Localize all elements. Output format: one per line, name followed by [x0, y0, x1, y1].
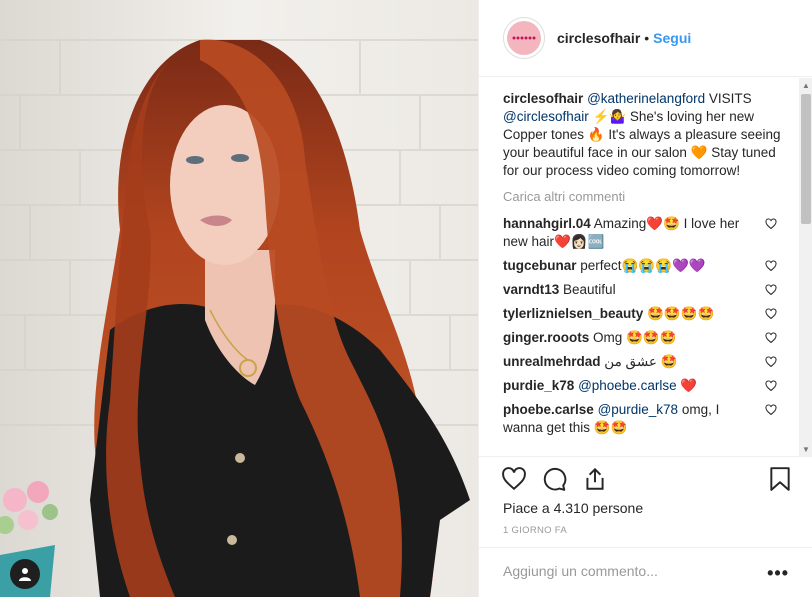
comment-username[interactable]: ginger.rooots — [503, 330, 589, 345]
comment-item: ginger.rooots Omg 🤩🤩🤩 — [503, 329, 785, 347]
caption-emoji: 🔥 — [587, 127, 605, 142]
likes-count[interactable]: Piace a 4.310 persone — [503, 500, 643, 516]
scroll-up-arrow-icon[interactable]: ▲ — [799, 78, 812, 92]
comments-scrollbar[interactable]: ▲ ▼ — [799, 78, 812, 456]
comment-text: Omg 🤩🤩🤩 — [589, 330, 677, 345]
user-tag-icon — [19, 568, 31, 581]
comment-username[interactable]: tylerliznielsen_beauty — [503, 306, 643, 321]
caption-text: VISITS — [705, 91, 752, 106]
heart-icon[interactable] — [501, 466, 527, 492]
comment-item: tugcebunar perfect😭😭😭💜💜 — [503, 257, 785, 275]
comment-item: hannahgirl.04 Amazing❤️🤩 I love her new … — [503, 215, 785, 251]
post-photo[interactable] — [0, 0, 478, 597]
comment-username[interactable]: phoebe.carlse — [503, 402, 594, 417]
comment-heart-icon[interactable] — [765, 380, 777, 392]
comment-heart-icon[interactable] — [765, 356, 777, 368]
share-icon[interactable] — [582, 466, 608, 492]
comment-heart-icon[interactable] — [765, 218, 777, 230]
comment-username[interactable]: hannahgirl.04 — [503, 216, 591, 231]
comments-list[interactable]: circlesofhair @katherinelangford VISITS … — [503, 90, 785, 456]
add-comment-input[interactable] — [503, 563, 743, 579]
comment-item: varndt13 Beautiful — [503, 281, 785, 299]
post-actions — [479, 456, 812, 503]
comment-heart-icon[interactable] — [765, 260, 777, 272]
comment-item: purdie_k78 @phoebe.carlse ❤️ — [503, 377, 785, 395]
caption-username[interactable]: circlesofhair — [503, 91, 583, 106]
caption-mention[interactable]: @katherinelangford — [587, 91, 705, 106]
separator-dot: • — [644, 30, 650, 46]
comment-text: Beautiful — [559, 282, 616, 297]
avatar[interactable] — [503, 17, 545, 59]
comment-heart-icon[interactable] — [765, 332, 777, 344]
comment-heart-icon[interactable] — [765, 404, 777, 416]
load-more-comments-button[interactable]: Carica altri commenti — [503, 188, 785, 206]
header-username[interactable]: circlesofhair — [557, 30, 640, 46]
scroll-down-arrow-icon[interactable]: ▼ — [799, 442, 812, 456]
post-image — [0, 0, 478, 597]
caption: circlesofhair @katherinelangford VISITS … — [503, 90, 785, 180]
comment-heart-icon[interactable] — [765, 308, 777, 320]
bookmark-icon[interactable] — [768, 466, 792, 492]
comment-item: tylerliznielsen_beauty 🤩🤩🤩🤩 — [503, 305, 785, 323]
comment-text: ❤️ — [676, 378, 698, 393]
comment-username[interactable]: purdie_k78 — [503, 378, 574, 393]
comment-text: 🤩🤩🤩🤩 — [643, 306, 715, 321]
comment-text: perfect😭😭😭💜💜 — [576, 258, 706, 273]
comment-icon[interactable] — [541, 466, 567, 492]
comment-username[interactable]: varndt13 — [503, 282, 559, 297]
caption-emoji: ⚡🤷‍♀️ — [592, 109, 627, 124]
post-timestamp[interactable]: 1 GIORNO FA — [503, 525, 567, 536]
post-header: circlesofhair • Segui — [479, 0, 812, 77]
more-options-icon[interactable]: ••• — [767, 563, 789, 584]
comment-mention[interactable]: @phoebe.carlse — [578, 378, 677, 393]
post-side-panel: circlesofhair • Segui circlesofhair @kat… — [478, 0, 812, 597]
comment-text: عشق من 🤩 — [600, 354, 678, 369]
user-tag-button[interactable] — [10, 559, 40, 589]
comment-mention[interactable]: @purdie_k78 — [598, 402, 679, 417]
scrollbar-thumb[interactable] — [801, 94, 811, 224]
add-comment-bar: ••• — [479, 547, 812, 598]
comment-heart-icon[interactable] — [765, 284, 777, 296]
comment-item: unrealmehrdad عشق من 🤩 — [503, 353, 785, 371]
comment-username[interactable]: unrealmehrdad — [503, 354, 601, 369]
comment-username[interactable]: tugcebunar — [503, 258, 577, 273]
circlesofhair-logo-icon — [507, 21, 541, 55]
comment-item: phoebe.carlse @purdie_k78 omg, I wanna g… — [503, 401, 785, 437]
follow-button[interactable]: Segui — [653, 30, 691, 46]
caption-mention[interactable]: @circlesofhair — [503, 109, 589, 124]
caption-emoji: 🧡 — [690, 145, 708, 160]
